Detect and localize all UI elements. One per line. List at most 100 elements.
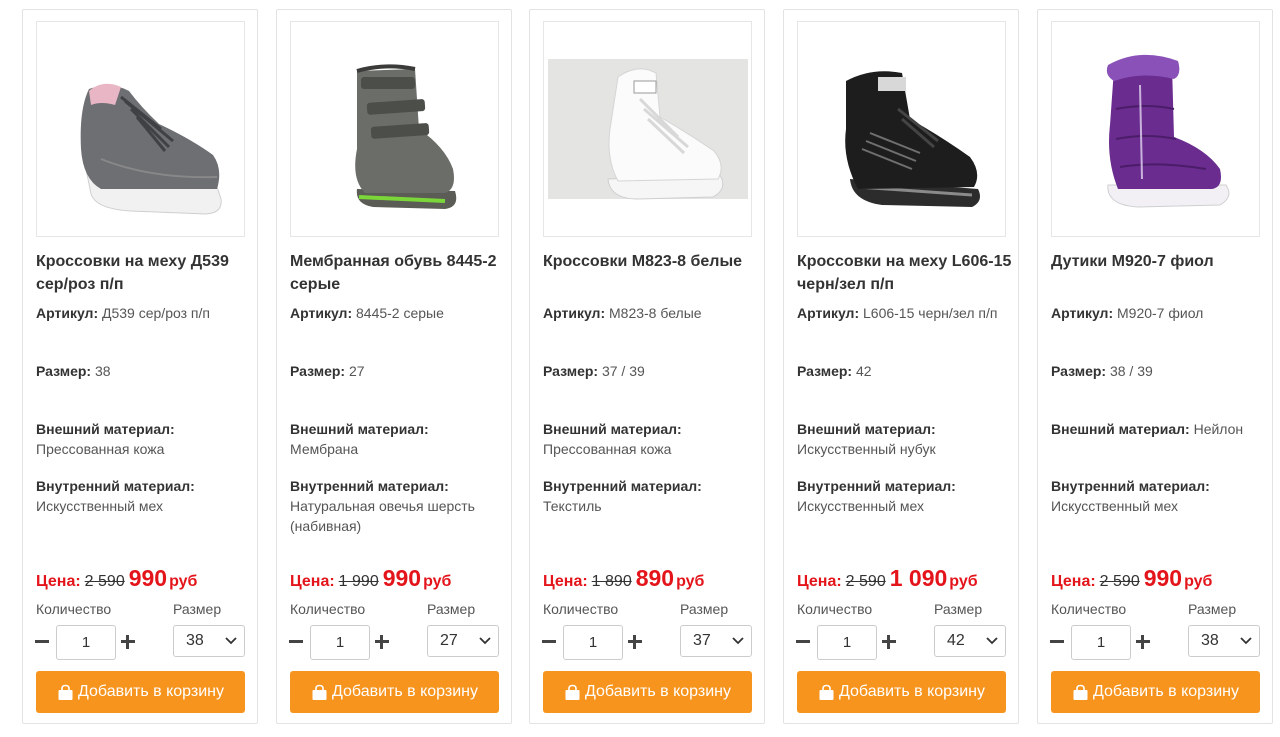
product-title[interactable]: Дутики M920-7 фиол	[1051, 250, 1266, 273]
product-title[interactable]: Мембранная обувь 8445-2 серые	[290, 250, 505, 296]
product-image[interactable]	[1051, 21, 1260, 237]
outer-material-label: Внешний материал:	[797, 421, 936, 437]
product-outer-material: Внешний материал: Прессованная кожа	[36, 419, 251, 459]
decrease-quantity-button[interactable]	[541, 634, 557, 650]
article-value: M823-8 белые	[609, 305, 702, 321]
outer-material-label: Внешний материал:	[543, 421, 682, 437]
product-image[interactable]	[36, 21, 245, 237]
add-to-cart-label: Добавить в корзину	[1092, 683, 1239, 700]
price-label: Цена:	[36, 573, 81, 590]
quantity-input[interactable]	[310, 625, 370, 660]
size-select-label: Размер	[1188, 601, 1237, 617]
size-value: 27	[348, 363, 365, 379]
quantity-label: Количество	[290, 601, 366, 617]
product-card: Кроссовки на меху Д539 сер/роз п/п Артик…	[22, 9, 258, 724]
article-value: L606-15 черн/зел п/п	[863, 305, 998, 321]
increase-quantity-button[interactable]	[374, 634, 390, 650]
shopping-bag-icon	[819, 684, 834, 700]
size-label: Размер:	[797, 363, 853, 379]
old-price: 1 890	[591, 573, 632, 590]
size-select[interactable]: 37	[680, 625, 752, 657]
product-article: Артикул: M920-7 фиол	[1051, 303, 1266, 323]
decrease-quantity-button[interactable]	[1049, 634, 1065, 650]
quantity-label: Количество	[36, 601, 112, 617]
inner-material-value: Искусственный мех	[797, 498, 925, 514]
size-select[interactable]: 27	[427, 625, 499, 657]
currency: руб	[1184, 573, 1213, 590]
new-price: 1 090	[889, 565, 948, 591]
article-label: Артикул:	[797, 305, 860, 321]
product-price: Цена: 2 590 990 руб	[36, 565, 197, 592]
size-label: Размер:	[543, 363, 599, 379]
add-to-cart-button[interactable]: Добавить в корзину	[290, 671, 499, 713]
product-inner-material: Внутренний материал: Искусственный мех	[1051, 476, 1266, 516]
size-select-value: 37	[693, 632, 711, 649]
size-select-value: 27	[440, 632, 458, 649]
quantity-input[interactable]	[817, 625, 877, 660]
product-article: Артикул: M823-8 белые	[543, 303, 758, 323]
new-price: 990	[382, 565, 422, 591]
old-price: 2 590	[1099, 573, 1140, 590]
decrease-quantity-button[interactable]	[288, 634, 304, 650]
product-title[interactable]: Кроссовки M823-8 белые	[543, 250, 758, 273]
add-to-cart-button[interactable]: Добавить в корзину	[543, 671, 752, 713]
size-value: 42	[855, 363, 872, 379]
currency: руб	[423, 573, 452, 590]
size-label: Размер:	[290, 363, 346, 379]
product-size: Размер: 38 / 39	[1051, 361, 1266, 381]
outer-material-label: Внешний материал:	[1051, 421, 1190, 437]
purple-puffer-boot-icon	[1106, 54, 1229, 208]
inner-material-label: Внутренний материал:	[543, 478, 702, 494]
quantity-input[interactable]	[563, 625, 623, 660]
increase-quantity-button[interactable]	[881, 634, 897, 650]
product-image[interactable]	[797, 21, 1006, 237]
add-to-cart-button[interactable]: Добавить в корзину	[1051, 671, 1260, 713]
size-select[interactable]: 38	[1188, 625, 1260, 657]
white-sneaker-icon	[547, 59, 748, 200]
chevron-down-icon	[225, 637, 237, 645]
price-label: Цена:	[797, 573, 842, 590]
add-to-cart-button[interactable]: Добавить в корзину	[36, 671, 245, 713]
decrease-quantity-button[interactable]	[34, 634, 50, 650]
add-to-cart-button[interactable]: Добавить в корзину	[797, 671, 1006, 713]
add-to-cart-label: Добавить в корзину	[838, 683, 985, 700]
old-price: 1 990	[338, 573, 379, 590]
inner-material-value: Натуральная овечья шерсть (набивная)	[290, 498, 475, 534]
product-size: Размер: 42	[797, 361, 1012, 381]
outer-material-value: Прессованная кожа	[543, 441, 672, 457]
chevron-down-icon	[986, 637, 998, 645]
increase-quantity-button[interactable]	[627, 634, 643, 650]
product-image[interactable]	[543, 21, 752, 237]
size-select-label: Размер	[934, 601, 983, 617]
increase-quantity-button[interactable]	[120, 634, 136, 650]
shopping-bag-icon	[58, 684, 73, 700]
quantity-input[interactable]	[56, 625, 116, 660]
product-size: Размер: 27	[290, 361, 505, 381]
product-outer-material: Внешний материал: Нейлон	[1051, 419, 1266, 439]
product-title[interactable]: Кроссовки на меху L606-15 черн/зел п/п	[797, 250, 1012, 296]
product-price: Цена: 1 990 990 руб	[290, 565, 451, 592]
decrease-quantity-button[interactable]	[795, 634, 811, 650]
size-value: 37 / 39	[601, 363, 645, 379]
shopping-bag-icon	[565, 684, 580, 700]
article-value: M920-7 фиол	[1117, 305, 1204, 321]
price-label: Цена:	[290, 573, 335, 590]
outer-material-label: Внешний материал:	[290, 421, 429, 437]
quantity-input[interactable]	[1071, 625, 1131, 660]
product-inner-material: Внутренний материал: Натуральная овечья ш…	[290, 476, 505, 536]
product-title[interactable]: Кроссовки на меху Д539 сер/роз п/п	[36, 250, 251, 296]
product-image[interactable]	[290, 21, 499, 237]
size-select-label: Размер	[427, 601, 476, 617]
product-card: Кроссовки на меху L606-15 черн/зел п/п А…	[783, 9, 1019, 724]
outer-material-value: Искусственный нубук	[797, 441, 936, 457]
currency: руб	[949, 573, 978, 590]
grey-sneaker-icon	[80, 83, 222, 215]
size-select[interactable]: 42	[934, 625, 1006, 657]
size-select-value: 38	[1201, 632, 1219, 649]
product-article: Артикул: Д539 сер/роз п/п	[36, 303, 251, 323]
size-select[interactable]: 38	[173, 625, 245, 657]
size-select-value: 38	[186, 632, 204, 649]
increase-quantity-button[interactable]	[1135, 634, 1151, 650]
new-price: 990	[128, 565, 168, 591]
grey-membrane-boot-icon	[354, 64, 456, 209]
